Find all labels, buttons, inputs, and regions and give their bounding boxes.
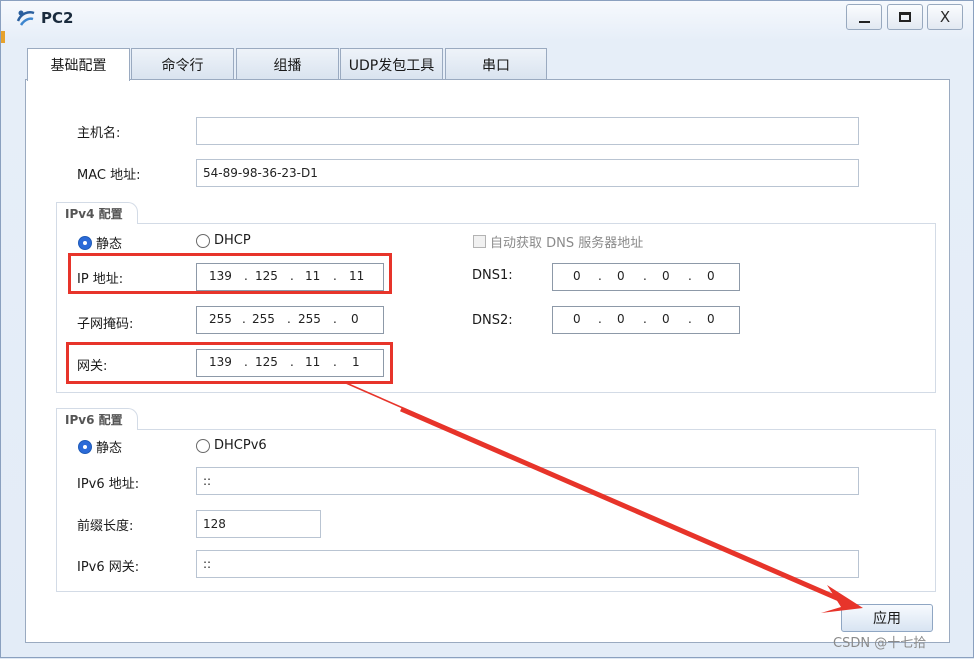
dns2-octet-3: 0 [662,312,670,326]
tab-basic-config[interactable]: 基础配置 [27,48,130,81]
basic-config-panel: 主机名: MAC 地址: 54-89-98-36-23-D1 IPv4 配置 静… [25,79,950,643]
ipv6-address-input[interactable]: :: [196,467,859,495]
close-icon: X [939,8,951,26]
dns2-input[interactable]: 0 . 0 . 0 . 0 [552,306,740,334]
ipv4-dhcp-radio[interactable]: DHCP [196,233,251,248]
ipv4-group-title: IPv4 配置 [56,202,138,224]
tab-serial[interactable]: 串口 [445,48,547,80]
dns1-octet-4: 0 [707,269,715,283]
auto-dns-label: 自动获取 DNS 服务器地址 [490,236,644,251]
tab-command-line[interactable]: 命令行 [131,48,234,80]
ipv6-gateway-input[interactable]: :: [196,550,859,578]
ipv6-gateway-label: IPv6 网关: [77,560,140,575]
hostname-label: 主机名: [77,126,121,141]
ip-dot: . [333,312,337,326]
dns2-octet-1: 0 [573,312,581,326]
mask-octet-1: 255 [209,312,232,326]
ipv4-dhcp-label: DHCP [214,233,251,248]
ipv6-static-radio[interactable]: 静态 [78,437,122,456]
pc2-config-window: PC2 X 基础配置 命令行 组播 UDP发包工具 串口 主机名: MAC 地址… [0,0,974,658]
auto-dns-checkbox[interactable]: 自动获取 DNS 服务器地址 [473,232,643,251]
gateway-highlight [66,342,393,384]
ip-dot: . [643,269,647,283]
mac-label: MAC 地址: [77,168,141,183]
ip-address-highlight [68,253,392,294]
window-title: PC2 [41,9,74,27]
hostname-input[interactable] [196,117,859,145]
watermark-text: CSDN @十七拾 [833,636,927,651]
checkbox-icon [473,235,486,248]
title-bar[interactable]: PC2 X [1,1,973,35]
dns1-octet-3: 0 [662,269,670,283]
ip-dot: . [598,312,602,326]
mask-octet-4: 0 [351,312,359,326]
close-button[interactable]: X [927,4,963,30]
subnet-mask-label: 子网掩码: [77,317,134,332]
ipv4-static-label: 静态 [96,237,123,252]
prefix-length-label: 前缀长度: [77,519,134,534]
ipv6-address-label: IPv6 地址: [77,477,140,492]
radio-unselected-icon [196,438,210,453]
dns1-octet-2: 0 [617,269,625,283]
pc-app-icon [16,10,35,26]
ipv6-dhcp-label: DHCPv6 [214,438,267,453]
tab-udp-tool[interactable]: UDP发包工具 [340,48,443,80]
dns2-label: DNS2: [472,313,513,328]
ip-dot: . [598,269,602,283]
mask-octet-3: 255 [298,312,321,326]
ipv6-dhcpv6-radio[interactable]: DHCPv6 [196,438,267,453]
subnet-mask-input[interactable]: 255 . 255 . 255 . 0 [196,306,384,334]
dns2-octet-4: 0 [707,312,715,326]
dns1-label: DNS1: [472,268,513,283]
tab-multicast[interactable]: 组播 [236,48,339,80]
ipv6-group-title: IPv6 配置 [56,408,138,430]
minimize-button[interactable] [846,4,882,30]
ip-dot: . [688,269,692,283]
minimize-icon [858,21,870,23]
ipv6-static-label: 静态 [96,441,123,456]
radio-selected-icon [78,235,92,250]
maximize-icon [899,12,911,22]
radio-selected-icon [78,439,92,454]
prefix-length-input[interactable]: 128 [196,510,321,538]
dns1-input[interactable]: 0 . 0 . 0 . 0 [552,263,740,291]
ip-dot: . [643,312,647,326]
dns1-octet-1: 0 [573,269,581,283]
ip-dot: . [242,312,246,326]
radio-unselected-icon [196,233,210,248]
dns2-octet-2: 0 [617,312,625,326]
maximize-button[interactable] [887,4,923,30]
mask-octet-2: 255 [252,312,275,326]
ip-dot: . [688,312,692,326]
mac-address-field[interactable]: 54-89-98-36-23-D1 [196,159,859,187]
ip-dot: . [287,312,291,326]
apply-button[interactable]: 应用 [841,604,933,632]
ipv4-static-radio[interactable]: 静态 [78,233,122,252]
